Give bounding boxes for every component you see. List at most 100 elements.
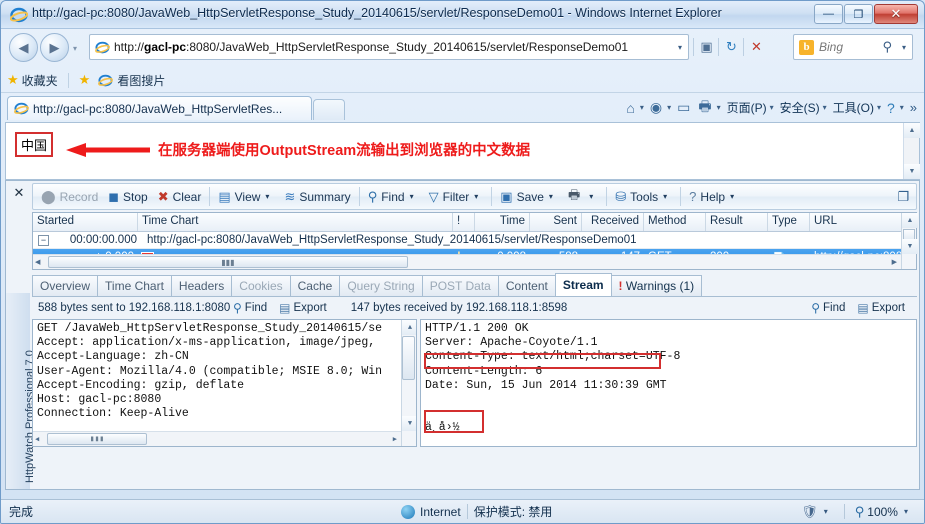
grid-col-type[interactable]: Type [768,213,810,231]
request-scroll-left-icon[interactable]: ◀ [35,435,39,444]
command-bar-overflow-icon[interactable]: » [907,100,920,115]
request-scroll-down-icon[interactable]: ▼ [402,416,416,431]
view-chevron-down-icon[interactable]: ▾ [260,192,274,201]
print-button[interactable]: 🖶 ▾ [563,186,603,208]
zoom-control[interactable]: ⚲ 100% [855,504,898,520]
address-input[interactable]: http://gacl-pc:8080/JavaWeb_HttpServletR… [114,40,672,54]
request-scroll-up-icon[interactable]: ▲ [402,320,416,335]
tools-chevron-down-icon[interactable]: ▾ [658,192,672,201]
request-hscroll-thumb[interactable]: ▮▮▮ [47,433,147,445]
httpwatch-close-icon[interactable]: ✕ [12,186,26,201]
grid-scroll-right-icon[interactable]: ▶ [892,258,897,266]
request-scroll-thumb[interactable] [402,336,415,380]
feeds-chevron-down-icon[interactable]: ▾ [667,103,671,112]
grid-col-sent[interactable]: Sent [530,213,582,231]
request-find-button[interactable]: ⚲ Find [227,301,273,315]
print-button[interactable]: 🖶 ▾ [695,97,723,119]
search-icon[interactable]: ⚲ [878,39,896,55]
back-button[interactable]: ◀ [9,33,38,62]
refresh-icon[interactable]: ↻ [720,35,743,59]
grid-vertical-scrollbar[interactable]: ▲ ▼ [901,213,918,269]
page-scroll-down-icon[interactable]: ▼ [904,164,920,179]
page-scroll-up-icon[interactable]: ▲ [904,123,920,138]
favorites-button[interactable]: ★ 收藏夹 [1,72,64,89]
tools-menu[interactable]: 工具(O) ▾ [830,97,884,119]
add-favorite-icon[interactable]: ★ [79,72,91,88]
record-button[interactable]: ⬤ Record [36,186,103,208]
save-button[interactable]: ▣ Save ▾ [495,186,563,208]
request-scroll-right-icon[interactable]: ▶ [393,435,397,444]
request-stream-pane[interactable]: GET /JavaWeb_HttpServletResponse_Study_2… [32,319,417,447]
clear-button[interactable]: ✖ Clear [153,186,207,208]
stop-icon[interactable]: ✕ [745,35,768,59]
privacy-chevron-down-icon[interactable]: ▾ [818,507,834,516]
help-chevron-down-icon[interactable]: ▾ [900,103,904,112]
print-chevron-down-icon[interactable]: ▾ [717,103,721,112]
httpwatch-restore-icon[interactable]: ❐ [897,189,913,205]
maximize-button[interactable]: ❐ [844,4,873,24]
forward-button[interactable]: ▶ [40,33,69,62]
filter-chevron-down-icon[interactable]: ▾ [469,192,483,201]
help-chevron-down-icon[interactable]: ▾ [725,192,739,201]
response-find-button[interactable]: ⚲ Find [805,301,851,315]
read-mail-button[interactable]: ▭ [674,97,695,119]
view-button[interactable]: ▤ View ▾ [213,186,279,208]
grid-col-warning[interactable]: ! [453,213,475,231]
browser-tab-active[interactable]: http://gacl-pc:8080/JavaWeb_HttpServletR… [7,96,312,120]
table-row-group[interactable]: − 00:00:00.000 http://gacl-pc:8080/JavaW… [33,232,916,249]
find-chevron-down-icon[interactable]: ▾ [405,192,419,201]
tab-content[interactable]: Content [497,275,556,296]
close-button[interactable]: ✕ [874,4,918,24]
search-box[interactable]: b Bing ⚲ ▾ [793,34,913,60]
grid-scroll-down-icon[interactable]: ▼ [902,239,918,254]
favorites-bar-item[interactable]: ★ 看图搜片 [73,72,172,89]
home-button[interactable]: ⌂ ▾ [623,97,646,119]
address-bar[interactable]: http://gacl-pc:8080/JavaWeb_HttpServletR… [89,34,689,60]
tab-cookies[interactable]: Cookies [231,275,291,296]
tools-chevron-down-icon[interactable]: ▾ [877,103,881,112]
page-chevron-down-icon[interactable]: ▾ [770,103,774,112]
request-horizontal-scrollbar[interactable]: ◀ ▮▮▮ ▶ [33,431,401,446]
compatibility-view-icon[interactable]: ▣ [695,35,718,59]
filter-button[interactable]: ▽ Filter ▾ [424,186,489,208]
grid-col-result[interactable]: Result [706,213,768,231]
tab-overview[interactable]: Overview [32,275,99,296]
home-chevron-down-icon[interactable]: ▾ [640,103,644,112]
grid-horizontal-scrollbar[interactable]: ◀ ▮▮▮ ▶ [33,254,901,269]
minimize-button[interactable]: — [814,4,843,24]
safety-chevron-down-icon[interactable]: ▾ [823,103,827,112]
grid-col-timechart[interactable]: Time Chart [138,213,453,231]
new-tab-button[interactable] [313,99,345,120]
help-button[interactable]: ? Help ▾ [684,186,744,208]
tools-button[interactable]: ⛁ Tools ▾ [610,186,677,208]
response-export-button[interactable]: ▤ Export [851,301,917,315]
tab-stream[interactable]: Stream [554,273,612,296]
grid-scroll-up-icon[interactable]: ▲ [902,213,918,228]
safety-menu[interactable]: 安全(S) ▾ [777,97,830,119]
grid-col-received[interactable]: Received [582,213,644,231]
tab-query-string[interactable]: Query String [339,275,423,296]
grid-col-time[interactable]: Time [475,213,530,231]
page-vertical-scrollbar[interactable]: ▲ ▼ [903,123,920,179]
request-vertical-scrollbar[interactable]: ▲ ▼ [401,320,416,446]
stop-button[interactable]: ◼ Stop [103,186,152,208]
print-chevron-down-icon[interactable]: ▾ [584,192,598,201]
summary-button[interactable]: ≋ Summary [279,186,355,208]
tab-post-data[interactable]: POST Data [421,275,499,296]
tab-warnings[interactable]: ! Warnings (1) [610,275,703,296]
tab-time-chart[interactable]: Time Chart [97,275,172,296]
group-expander-icon[interactable]: − [38,234,49,246]
grid-col-method[interactable]: Method [644,213,706,231]
privacy-shield-icon[interactable]: 🛡 [801,504,818,520]
security-zone[interactable]: Internet 保护模式: 禁用 [401,503,552,520]
grid-col-started[interactable]: Started [33,213,138,231]
find-button[interactable]: ⚲ Find ▾ [363,186,424,208]
feeds-button[interactable]: ◉ ▾ [647,97,674,119]
address-chevron-down-icon[interactable]: ▾ [672,43,688,52]
save-chevron-down-icon[interactable]: ▾ [544,192,558,201]
zoom-chevron-down-icon[interactable]: ▾ [898,507,914,516]
tab-cache[interactable]: Cache [289,275,341,296]
response-stream-pane[interactable]: HTTP/1.1 200 OK Server: Apache-Coyote/1.… [420,319,917,447]
tab-headers[interactable]: Headers [170,275,233,296]
search-input[interactable]: Bing [819,40,878,54]
